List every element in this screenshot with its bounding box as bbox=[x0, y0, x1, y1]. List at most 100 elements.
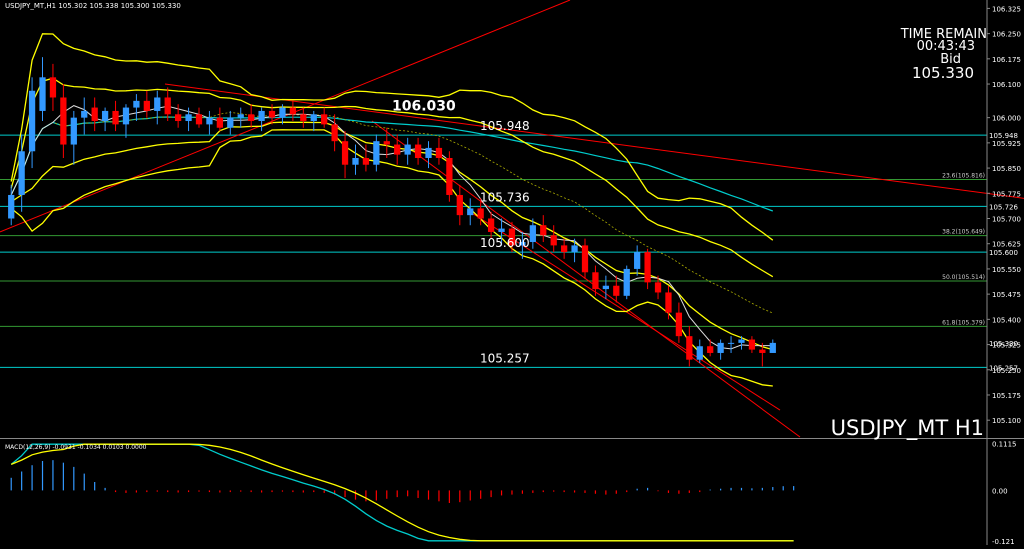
candle-body bbox=[571, 245, 578, 253]
candle-body bbox=[300, 114, 307, 122]
level-label: 105.736 bbox=[480, 190, 530, 204]
axis-level-tag: 105.726 bbox=[989, 203, 1018, 211]
candle-body bbox=[404, 144, 411, 155]
candle-body bbox=[613, 285, 620, 296]
candle-body bbox=[727, 342, 735, 344]
price-tick-label: 105.700 bbox=[992, 216, 1021, 224]
candle-body bbox=[227, 117, 234, 128]
macd-tick-label: -0.121 bbox=[992, 538, 1015, 545]
candle-body bbox=[581, 245, 589, 273]
candle-body bbox=[634, 252, 641, 269]
candle-body bbox=[206, 117, 213, 125]
candle-body bbox=[216, 117, 223, 128]
bid-value: 105.330 bbox=[912, 64, 974, 82]
candle-body bbox=[133, 100, 140, 108]
candle-body bbox=[707, 346, 714, 353]
candle-body bbox=[467, 208, 474, 216]
price-chart-svg: 23.6(105.816) 38.2(105.649) 50.0(105.514) 6… bbox=[0, 0, 1024, 546]
price-tick-label: 106.100 bbox=[992, 81, 1021, 89]
fib-level-label: 38.2(105.649) bbox=[942, 229, 985, 236]
candle-body bbox=[310, 114, 317, 122]
candle-body bbox=[18, 151, 25, 195]
candle-body bbox=[644, 252, 651, 283]
candle-body bbox=[91, 107, 98, 122]
candle-body bbox=[686, 336, 693, 360]
candle-body bbox=[738, 339, 745, 343]
fib-level-label: 50.0(105.514) bbox=[942, 274, 985, 281]
axis-level-tag: 105.600 bbox=[989, 249, 1018, 257]
candle-body bbox=[28, 90, 36, 152]
candle-body bbox=[623, 268, 630, 296]
candle-body bbox=[654, 282, 662, 293]
candle-body bbox=[248, 114, 255, 122]
price-tick-label: 106.000 bbox=[992, 115, 1021, 123]
candle-body bbox=[70, 117, 77, 145]
candle-body bbox=[602, 285, 609, 290]
candle-body bbox=[101, 110, 109, 122]
candle-body bbox=[414, 144, 422, 158]
watermark-symbol: USDJPY_MT H1 bbox=[831, 416, 984, 441]
candle-body bbox=[143, 100, 150, 111]
price-tick-label: 106.250 bbox=[992, 31, 1021, 39]
candle-body bbox=[331, 124, 338, 142]
candle-body bbox=[675, 312, 683, 337]
price-tick-label: 105.625 bbox=[992, 241, 1021, 249]
candle-body bbox=[154, 97, 161, 111]
candle-body bbox=[60, 97, 67, 145]
fib-level-label: 61.8(105.379) bbox=[942, 319, 985, 326]
price-tick-label: 105.400 bbox=[992, 316, 1021, 324]
candle-body bbox=[561, 245, 568, 253]
candle-body bbox=[175, 114, 182, 122]
candle-body bbox=[352, 157, 359, 165]
level-label: 105.600 bbox=[480, 236, 530, 250]
candle-body bbox=[164, 97, 171, 115]
candle-body bbox=[592, 272, 599, 290]
candle-body bbox=[769, 342, 776, 353]
candle-body bbox=[717, 342, 724, 353]
candle-body bbox=[540, 225, 547, 236]
candle-body bbox=[456, 194, 463, 216]
candle-body bbox=[185, 114, 192, 122]
candle-body bbox=[258, 110, 265, 122]
candle-body bbox=[373, 141, 380, 165]
candle-body bbox=[195, 114, 203, 125]
level-label: 105.257 bbox=[480, 351, 530, 365]
price-tick-label: 105.325 bbox=[992, 342, 1021, 350]
macd-tick-label: 0.00 bbox=[992, 487, 1008, 495]
chart-window[interactable]: 23.6(105.816) 38.2(105.649) 50.0(105.514) 6… bbox=[0, 0, 1024, 546]
price-tick-label: 105.550 bbox=[992, 266, 1021, 274]
candle-body bbox=[487, 218, 495, 232]
candle-body bbox=[394, 144, 401, 155]
chart-background bbox=[0, 0, 1024, 545]
candle-body bbox=[498, 228, 505, 232]
symbol-header: USDJPY_MT,H1 105.302 105.338 105.300 105… bbox=[5, 2, 181, 10]
candle bbox=[623, 265, 630, 300]
candle-body bbox=[341, 141, 349, 165]
candle-body bbox=[362, 157, 370, 165]
price-tick-label: 105.475 bbox=[992, 291, 1021, 299]
price-tick-label: 105.850 bbox=[992, 165, 1021, 173]
price-tick-label: 105.175 bbox=[992, 392, 1021, 400]
price-tick-label: 105.100 bbox=[992, 417, 1021, 425]
level-label: 105.948 bbox=[480, 119, 530, 133]
candle-body bbox=[477, 208, 484, 219]
candle-body bbox=[435, 147, 443, 158]
candle-body bbox=[289, 107, 297, 115]
candle-body bbox=[529, 225, 536, 243]
candle-body bbox=[748, 339, 756, 350]
price-tick-label: 105.250 bbox=[992, 367, 1021, 375]
candle-body bbox=[665, 292, 672, 313]
price-tick-label: 105.775 bbox=[992, 190, 1021, 198]
peak-label: 106.030 bbox=[392, 99, 456, 115]
candle-body bbox=[550, 235, 557, 246]
candle-body bbox=[425, 147, 432, 158]
candle-body bbox=[8, 194, 15, 219]
candle-body bbox=[696, 346, 703, 360]
candle-body bbox=[383, 141, 390, 145]
candle-body bbox=[112, 110, 119, 125]
fib-level-label: 23.6(105.816) bbox=[942, 173, 985, 180]
candle-body bbox=[446, 157, 453, 195]
candle-body bbox=[81, 110, 88, 118]
price-tick-label: 105.925 bbox=[992, 140, 1021, 148]
candle-body bbox=[268, 110, 276, 118]
